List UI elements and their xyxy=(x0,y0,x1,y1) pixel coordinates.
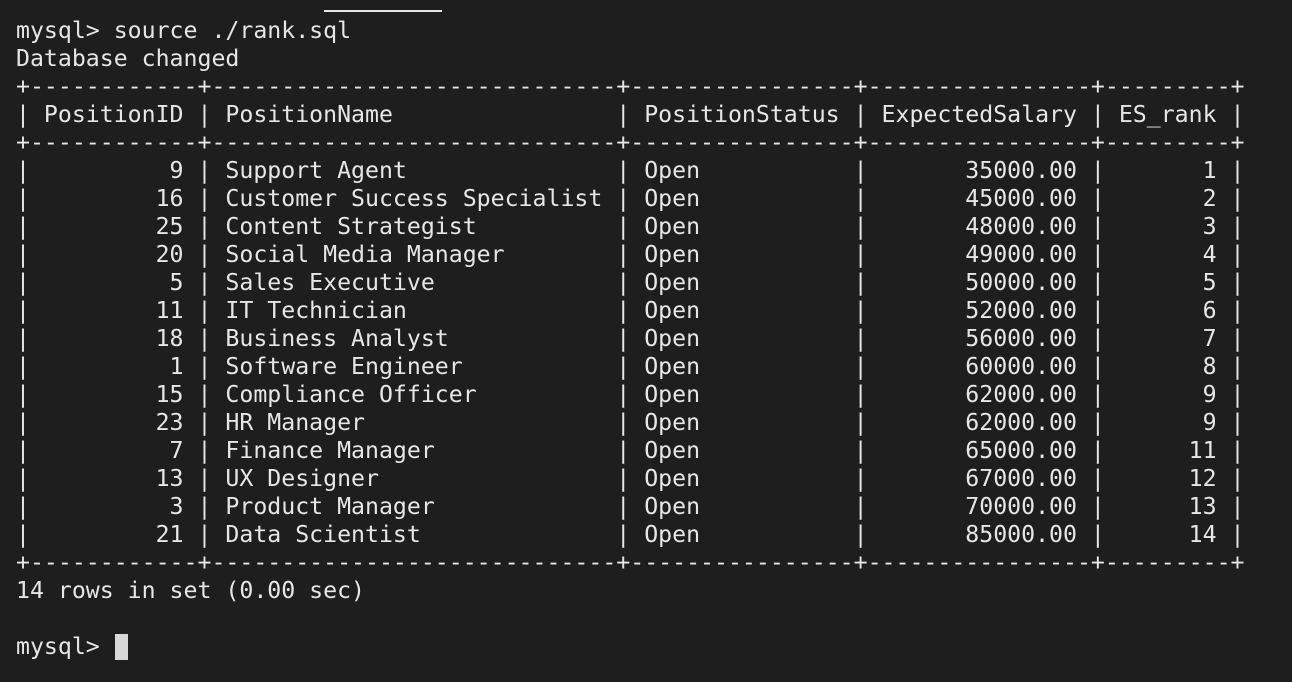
table-row: | 1 | Software Engineer | Open | 60000.0… xyxy=(16,353,1245,380)
text-cursor xyxy=(114,634,128,660)
table-row: | 15 | Compliance Officer | Open | 62000… xyxy=(16,381,1245,408)
command-line: mysql> source ./rank.sql xyxy=(16,17,352,44)
table-row: | 7 | Finance Manager | Open | 65000.00 … xyxy=(16,437,1245,464)
database-changed-message: Database changed xyxy=(16,45,240,72)
table-row: | 16 | Customer Success Specialist | Ope… xyxy=(16,185,1245,212)
table-border-bottom: +------------+--------------------------… xyxy=(16,549,1245,576)
table-border-header: +------------+--------------------------… xyxy=(16,129,1245,156)
table-row: | 5 | Sales Executive | Open | 50000.00 … xyxy=(16,269,1245,296)
table-row: | 18 | Business Analyst | Open | 56000.0… xyxy=(16,325,1245,352)
terminal-window[interactable]: mysql> source ./rank.sql Database change… xyxy=(0,0,1292,682)
prompt-line[interactable]: mysql> xyxy=(16,633,1292,661)
table-row: | 23 | HR Manager | Open | 62000.00 | 9 … xyxy=(16,409,1245,436)
table-row: | 11 | IT Technician | Open | 52000.00 |… xyxy=(16,297,1245,324)
table-border-top: +------------+--------------------------… xyxy=(16,73,1245,100)
prompt-text: mysql> xyxy=(16,633,114,660)
table-row: | 3 | Product Manager | Open | 70000.00 … xyxy=(16,493,1245,520)
table-row: | 21 | Data Scientist | Open | 85000.00 … xyxy=(16,521,1245,548)
result-summary: 14 rows in set (0.00 sec) xyxy=(16,577,366,604)
table-row: | 20 | Social Media Manager | Open | 490… xyxy=(16,241,1245,268)
scroll-indicator xyxy=(324,10,442,12)
table-row: | 13 | UX Designer | Open | 67000.00 | 1… xyxy=(16,465,1245,492)
table-row: | 25 | Content Strategist | Open | 48000… xyxy=(16,213,1245,240)
table-row: | 9 | Support Agent | Open | 35000.00 | … xyxy=(16,157,1245,184)
table-header-row: | PositionID | PositionName | PositionSt… xyxy=(16,101,1245,128)
